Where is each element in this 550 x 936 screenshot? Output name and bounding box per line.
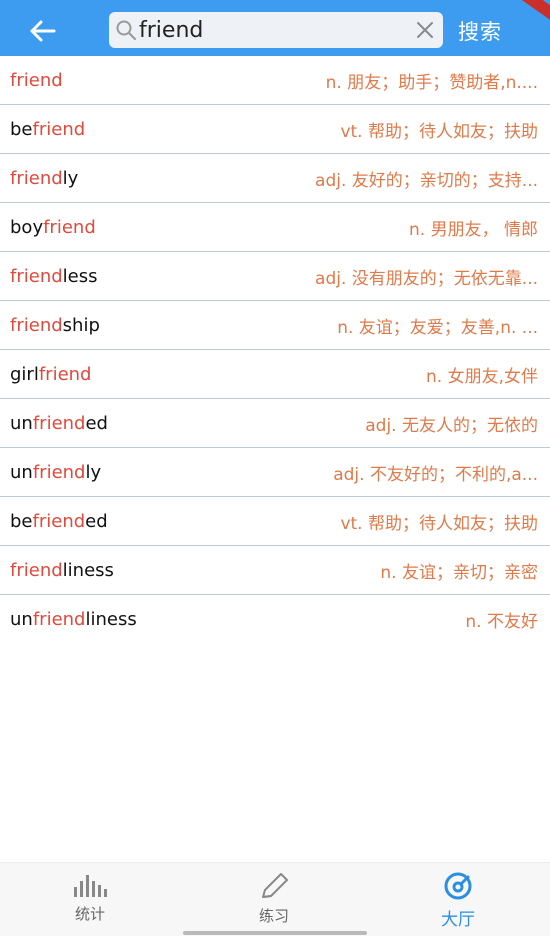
result-meaning: n. 友谊；亲切；亲密: [380, 562, 538, 583]
app-bar: 搜索: [0, 0, 550, 64]
result-word: girlfriend: [10, 364, 91, 385]
result-meaning: adj. 友好的；亲切的；支持...: [315, 170, 538, 191]
debug-ribbon: [510, 0, 550, 30]
word-match: friend: [32, 609, 86, 630]
bar-chart-icon: [74, 875, 107, 897]
result-word: friendship: [10, 315, 100, 336]
result-word: befriended: [10, 511, 108, 532]
result-meaning: vt. 帮助；待人如友；扶助: [340, 121, 538, 142]
result-meaning: n. 友谊；友爱；友善,n. ...: [337, 317, 538, 338]
word-match: friend: [43, 216, 96, 238]
result-list: friend n. 朋友；助手；赞助者,n.... befriend vt. 帮助；待…: [0, 56, 550, 644]
word-suffix: liness: [85, 609, 137, 630]
word-match: friend: [32, 510, 86, 532]
word-match: friend: [32, 461, 86, 483]
word-prefix: un: [10, 461, 33, 483]
result-row[interactable]: unfriendly adj. 不友好的；不利的,a...: [0, 448, 550, 497]
result-row[interactable]: befriended vt. 帮助；待人如友；扶助: [0, 497, 550, 546]
result-word: friendly: [10, 168, 78, 189]
result-meaning: adj. 不友好的；不利的,a...: [333, 464, 538, 485]
result-row[interactable]: girlfriend n. 女朋友,女伴: [0, 350, 550, 399]
word-suffix: ly: [62, 167, 79, 189]
word-prefix: un: [10, 412, 33, 434]
word-match: friend: [32, 412, 86, 434]
word-suffix: ed: [85, 412, 108, 434]
result-meaning: adj. 没有朋友的；无依无靠...: [315, 268, 538, 289]
search-button[interactable]: 搜索: [458, 16, 502, 46]
nav-stats-label: 统计: [74, 905, 105, 923]
result-meaning: n. 不友好: [465, 612, 538, 632]
home-indicator: [183, 931, 367, 935]
nav-stats[interactable]: 统计: [30, 871, 150, 933]
result-word: unfriended: [10, 413, 108, 434]
word-match: friend: [10, 265, 63, 287]
word-prefix: un: [10, 609, 33, 630]
word-match: friend: [10, 167, 63, 189]
result-row[interactable]: befriend vt. 帮助；待人如友；扶助: [0, 105, 550, 154]
result-word: friend: [10, 70, 63, 91]
result-word: unfriendly: [10, 462, 101, 483]
result-word: friendliness: [10, 560, 114, 581]
search-input[interactable]: [139, 15, 399, 45]
result-meaning: n. 女朋友,女伴: [426, 366, 538, 387]
result-meaning: n. 朋友；助手；赞助者,n....: [325, 72, 538, 93]
nav-hall[interactable]: 大厅: [398, 871, 518, 933]
result-word: befriend: [10, 119, 85, 140]
result-row[interactable]: unfriendliness n. 不友好: [0, 595, 550, 644]
compass-icon: [444, 872, 472, 900]
word-match: friend: [10, 559, 63, 581]
word-suffix: ly: [85, 461, 102, 483]
result-row[interactable]: friendly adj. 友好的；亲切的；支持...: [0, 154, 550, 203]
word-match: friend: [10, 69, 63, 91]
word-prefix: be: [10, 118, 33, 140]
result-word: unfriendliness: [10, 609, 137, 630]
word-suffix: ed: [85, 510, 108, 532]
word-suffix: ship: [62, 314, 100, 336]
result-meaning: adj. 无友人的；无依的: [365, 415, 538, 436]
nav-practice[interactable]: 练习: [214, 871, 334, 933]
word-match: friend: [38, 363, 92, 385]
result-meaning: n. 男朋友， 情郎: [409, 219, 538, 240]
nav-hall-label: 大厅: [441, 910, 475, 930]
arrow-left-icon: [30, 20, 56, 42]
result-row[interactable]: friendless adj. 没有朋友的；无依无靠...: [0, 252, 550, 301]
result-row[interactable]: friendship n. 友谊；友爱；友善,n. ...: [0, 301, 550, 350]
word-prefix: boy: [10, 216, 44, 238]
clear-icon[interactable]: [413, 18, 437, 42]
result-row[interactable]: friend n. 朋友；助手；赞助者,n....: [0, 56, 550, 105]
word-match: friend: [32, 118, 86, 140]
result-row[interactable]: friendliness n. 友谊；亲切；亲密: [0, 546, 550, 595]
pencil-icon: [262, 873, 288, 898]
result-word: boyfriend: [10, 217, 96, 238]
nav-practice-label: 练习: [258, 907, 289, 925]
word-prefix: girl: [10, 363, 39, 385]
search-icon: [116, 20, 137, 41]
back-button[interactable]: [22, 14, 62, 48]
word-prefix: be: [10, 510, 33, 532]
word-suffix: liness: [62, 559, 114, 581]
word-match: friend: [10, 314, 63, 336]
result-row[interactable]: unfriended adj. 无友人的；无依的: [0, 399, 550, 448]
result-word: friendless: [10, 266, 98, 287]
result-meaning: vt. 帮助；待人如友；扶助: [340, 513, 538, 534]
bottom-nav: 统计 练习 大厅: [0, 862, 550, 936]
word-suffix: less: [62, 265, 98, 287]
search-box: [109, 12, 443, 48]
result-row[interactable]: boyfriend n. 男朋友， 情郎: [0, 203, 550, 252]
